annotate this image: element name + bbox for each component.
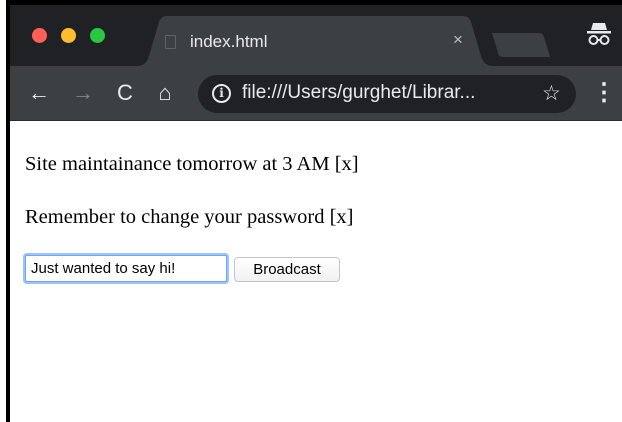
tab-shape bbox=[135, 16, 495, 66]
star-icon[interactable]: ☆ bbox=[542, 81, 561, 106]
broadcast-message: Site maintainance tomorrow at 3 AM [x] bbox=[25, 153, 359, 175]
tab-strip: index.html × bbox=[10, 5, 622, 66]
broadcast-message: Remember to change your password [x] bbox=[25, 206, 354, 228]
back-icon[interactable]: ← bbox=[24, 78, 54, 108]
forward-icon[interactable]: → bbox=[68, 78, 98, 108]
address-bar[interactable]: i file:///Users/gurghet/Librar... ☆ bbox=[198, 75, 576, 113]
page-content: Site maintainance tomorrow at 3 AM [x] R… bbox=[10, 122, 622, 422]
toolbar: ← → C ⌂ i file:///Users/gurghet/Librar..… bbox=[10, 66, 622, 121]
url-text[interactable]: file:///Users/gurghet/Librar... bbox=[242, 82, 475, 104]
home-icon[interactable]: ⌂ bbox=[150, 78, 180, 108]
tab-title: index.html bbox=[190, 32, 268, 51]
tab-index-html[interactable]: index.html × bbox=[135, 16, 495, 66]
file-icon bbox=[165, 35, 176, 49]
new-tab-button[interactable] bbox=[490, 33, 552, 57]
close-window-icon[interactable] bbox=[32, 28, 47, 43]
tab-close-icon[interactable]: × bbox=[453, 30, 463, 50]
browser-window: index.html × ← → C ⌂ i file:///Users/gur… bbox=[10, 5, 622, 422]
minimize-window-icon[interactable] bbox=[61, 28, 76, 43]
zoom-window-icon[interactable] bbox=[90, 28, 105, 43]
message-input[interactable] bbox=[25, 255, 227, 282]
incognito-icon bbox=[587, 23, 611, 45]
broadcast-button[interactable]: Broadcast bbox=[234, 257, 340, 282]
info-icon[interactable]: i bbox=[212, 84, 231, 103]
menu-icon[interactable]: ⋮ bbox=[592, 78, 616, 108]
reload-icon[interactable]: C bbox=[110, 78, 140, 108]
